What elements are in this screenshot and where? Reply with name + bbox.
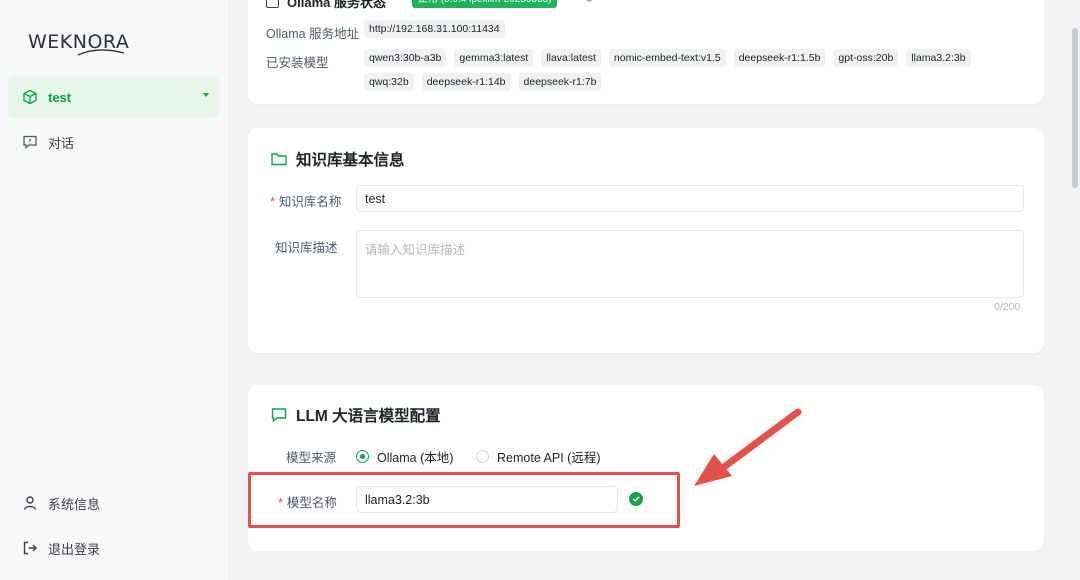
refresh-icon[interactable]: ↻ — [584, 0, 594, 5]
message-icon — [270, 406, 288, 424]
installed-models-list: qwen3:30b-a3b gemma3:latest llava:latest… — [364, 49, 1024, 97]
ollama-address-label: Ollama 服务地址 — [266, 27, 360, 41]
model-tag: gemma3:latest — [454, 49, 534, 67]
app-logo: WEKNORA — [28, 28, 148, 60]
server-icon — [266, 0, 279, 8]
ollama-address-value: http://192.168.31.100:11434 — [364, 20, 505, 38]
sidebar-item-test[interactable]: test — [8, 76, 219, 118]
model-tag: qwen3:30b-a3b — [364, 49, 447, 67]
radio-ollama-local[interactable]: Ollama (本地) — [356, 447, 453, 466]
folder-icon — [270, 150, 288, 168]
model-tag: deepseek-r1:1.5b — [733, 49, 826, 67]
sidebar-item-logout[interactable]: 退出登录 — [8, 527, 219, 569]
ollama-status-title: Ollama 服务状态 — [266, 0, 386, 11]
kb-desc-label: 知识库描述 — [275, 241, 338, 255]
sidebar-item-label: 系统信息 — [48, 496, 101, 512]
installed-models-label: 已安装模型 — [266, 56, 329, 70]
kb-name-input[interactable]: test — [356, 185, 1024, 212]
logo-text: WEKNORA — [28, 31, 129, 53]
chat-icon — [22, 134, 38, 150]
model-source-label: 模型来源 — [286, 451, 337, 465]
ollama-address: http://192.168.31.100:11434 — [364, 20, 1024, 44]
annotation-highlight-box — [248, 472, 680, 528]
kb-desc-textarea[interactable]: 请输入知识库描述 — [356, 230, 1024, 298]
model-tag: gpt-oss:20b — [833, 49, 899, 67]
model-tag: llama3.2:3b — [906, 49, 971, 67]
model-tag: deepseek-r1:7b — [518, 73, 602, 91]
sidebar-item-chat[interactable]: 对话 — [8, 121, 219, 163]
sidebar-item-label: 对话 — [48, 135, 75, 151]
model-tag: nomic-embed-text:v1.5 — [608, 49, 726, 67]
kb-desc-counter: 0/200 — [994, 301, 1021, 313]
radio-label: Ollama (本地) — [377, 451, 454, 465]
radio-remote-api[interactable]: Remote API (远程) — [476, 447, 601, 466]
llm-config-title: LLM 大语言模型配置 — [270, 404, 441, 426]
radio-label: Remote API (远程) — [497, 451, 601, 465]
model-tag: deepseek-r1:14b — [421, 73, 511, 91]
chevron-down-icon[interactable] — [203, 93, 209, 97]
kb-info-title: 知识库基本信息 — [270, 148, 405, 170]
annotation-arrow — [694, 408, 802, 486]
user-icon — [22, 495, 38, 511]
ollama-status-card: Ollama 服务状态 正常 (0.9.4 ipexllm-20250805) … — [248, 0, 1044, 104]
scrollbar[interactable] — [1070, 0, 1080, 580]
kb-info-card: 知识库基本信息 知识库名称 test 知识库描述 请输入知识库描述 0/200 — [248, 128, 1044, 353]
model-tag: qwq:32b — [364, 73, 414, 91]
kb-name-label: 知识库名称 — [270, 191, 342, 210]
sidebar-item-label: 退出登录 — [48, 541, 101, 557]
sidebar-item-system-info[interactable]: 系统信息 — [8, 482, 219, 524]
cube-icon — [22, 89, 38, 105]
logout-icon — [22, 540, 38, 556]
scrollbar-thumb[interactable] — [1072, 28, 1078, 188]
sidebar: WEKNORA test 对话 系统信息 退出登录 — [0, 0, 229, 580]
sidebar-item-label: test — [48, 89, 72, 105]
radio-dot[interactable] — [356, 450, 369, 463]
model-tag: llava:latest — [541, 49, 601, 67]
status-badge: 正常 (0.9.4 ipexllm-20250805) — [412, 0, 558, 8]
radio-dot[interactable] — [476, 450, 489, 463]
